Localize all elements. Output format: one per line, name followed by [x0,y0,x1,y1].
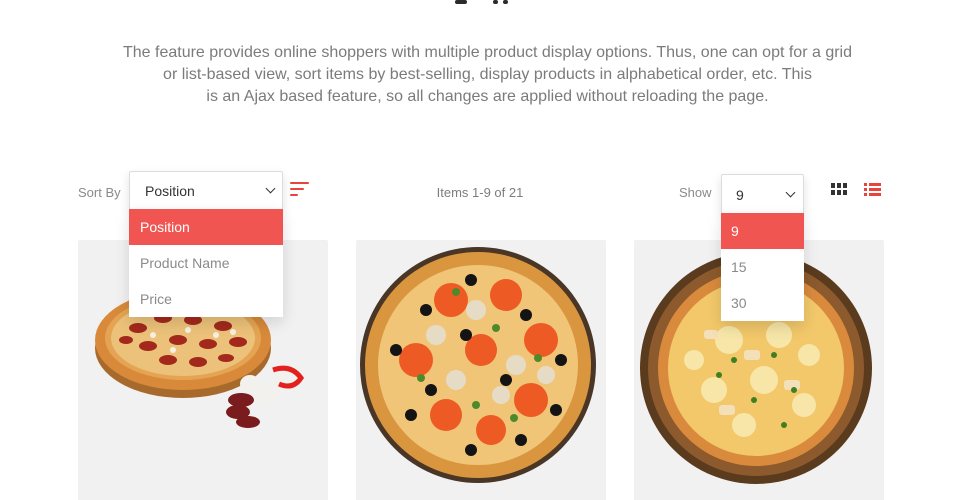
grid-view-icon[interactable] [831,183,847,195]
list-view-icon[interactable] [864,183,881,197]
show-option-15[interactable]: 15 [721,249,804,285]
page: The feature provides online shoppers wit… [0,0,965,500]
sort-by-selected-value: Position [145,183,195,199]
sort-option-position[interactable]: Position [129,209,283,245]
chevron-down-icon [265,183,276,194]
items-count: Items 1-9 of 21 [436,185,524,200]
sort-direction-icon[interactable] [290,182,309,196]
sort-by-dropdown-menu: Position Product Name Price [129,209,283,317]
show-selected-value: 9 [736,187,744,203]
description-line: or list-based view, sort items by best-s… [163,66,812,83]
product-card[interactable] [356,240,606,500]
show-option-30[interactable]: 30 [721,285,804,321]
show-label: Show [679,185,712,200]
sort-by-label: Sort By [78,185,121,200]
page-heading-cropped [0,0,965,6]
olive-tomato-pizza-image [360,247,596,483]
sort-option-price[interactable]: Price [129,281,283,317]
sort-option-product-name[interactable]: Product Name [129,245,283,281]
feature-description: The feature provides online shoppers wit… [100,42,875,108]
chevron-down-icon [785,187,796,198]
description-line: The feature provides online shoppers wit… [122,44,852,61]
show-per-page-select[interactable]: 9 [721,174,804,214]
description-line: is an Ajax based feature, so all changes… [206,88,769,105]
show-option-9[interactable]: 9 [721,213,804,249]
show-per-page-dropdown-menu: 9 15 30 [721,213,804,321]
sort-by-select[interactable]: Position [129,171,283,210]
